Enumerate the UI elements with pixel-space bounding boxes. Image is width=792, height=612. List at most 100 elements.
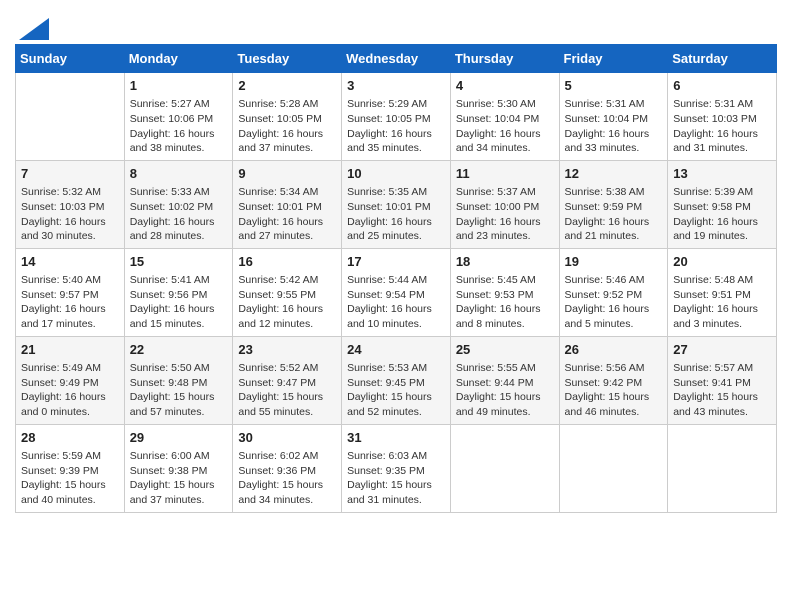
- day-info: Sunrise: 5:56 AMSunset: 9:42 PMDaylight:…: [565, 361, 663, 420]
- calendar-cell: 16Sunrise: 5:42 AMSunset: 9:55 PMDayligh…: [233, 248, 342, 336]
- calendar-cell: 26 Sunrise: 5:56 AMSunset: 9:42 PMDayligh…: [559, 336, 668, 424]
- calendar-cell: 20 Sunrise: 5:48 AMSunset: 9:51 PMDayligh…: [668, 248, 777, 336]
- day-number: 9: [238, 165, 336, 183]
- day-info: Sunrise: 6:03 AMSunset: 9:35 PMDaylight:…: [347, 449, 445, 508]
- calendar-cell: 14 Sunrise: 5:40 AMSunset: 9:57 PMDayligh…: [16, 248, 125, 336]
- calendar-cell: 31 Sunrise: 6:03 AMSunset: 9:35 PMDayligh…: [342, 424, 451, 512]
- day-number: 5: [565, 77, 663, 95]
- calendar-cell: 30 Sunrise: 6:02 AMSunset: 9:36 PMDayligh…: [233, 424, 342, 512]
- calendar-cell: 4Sunrise: 5:30 AMSunset: 10:04 PMDayligh…: [450, 73, 559, 161]
- calendar-week-row: 14 Sunrise: 5:40 AMSunset: 9:57 PMDayligh…: [16, 248, 777, 336]
- calendar-cell: 22 Sunrise: 5:50 AMSunset: 9:48 PMDayligh…: [124, 336, 233, 424]
- day-number: 27: [673, 341, 771, 359]
- calendar-cell: 1 Sunrise: 5:27 AMSunset: 10:06 PMDayligh…: [124, 73, 233, 161]
- day-number: 14: [21, 253, 119, 271]
- calendar-cell: 2 Sunrise: 5:28 AMSunset: 10:05 PMDayligh…: [233, 73, 342, 161]
- day-number: 26: [565, 341, 663, 359]
- day-number: 21: [21, 341, 119, 359]
- day-info: Sunrise: 5:33 AMSunset: 10:02 PMDaylight…: [130, 185, 228, 244]
- calendar-cell: 13 Sunrise: 5:39 AMSunset: 9:58 PMDayligh…: [668, 160, 777, 248]
- calendar-week-row: 7Sunrise: 5:32 AMSunset: 10:03 PMDayligh…: [16, 160, 777, 248]
- day-info: Sunrise: 5:45 AMSunset: 9:53 PMDaylight:…: [456, 273, 554, 332]
- calendar-cell: 11 Sunrise: 5:37 AMSunset: 10:00 PMDaylig…: [450, 160, 559, 248]
- calendar-cell: 7Sunrise: 5:32 AMSunset: 10:03 PMDayligh…: [16, 160, 125, 248]
- calendar-cell: 19 Sunrise: 5:46 AMSunset: 9:52 PMDayligh…: [559, 248, 668, 336]
- day-info: Sunrise: 6:02 AMSunset: 9:36 PMDaylight:…: [238, 449, 336, 508]
- calendar-cell: [668, 424, 777, 512]
- day-info: Sunrise: 5:40 AMSunset: 9:57 PMDaylight:…: [21, 273, 119, 332]
- header-cell-friday: Friday: [559, 45, 668, 73]
- day-info: Sunrise: 5:55 AMSunset: 9:44 PMDaylight:…: [456, 361, 554, 420]
- calendar-cell: 28Sunrise: 5:59 AMSunset: 9:39 PMDayligh…: [16, 424, 125, 512]
- calendar-cell: 23Sunrise: 5:52 AMSunset: 9:47 PMDayligh…: [233, 336, 342, 424]
- calendar-cell: 6 Sunrise: 5:31 AMSunset: 10:03 PMDayligh…: [668, 73, 777, 161]
- calendar-cell: 10 Sunrise: 5:35 AMSunset: 10:01 PMDaylig…: [342, 160, 451, 248]
- calendar-week-row: 28Sunrise: 5:59 AMSunset: 9:39 PMDayligh…: [16, 424, 777, 512]
- day-number: 10: [347, 165, 445, 183]
- calendar-cell: 9 Sunrise: 5:34 AMSunset: 10:01 PMDayligh…: [233, 160, 342, 248]
- calendar-cell: 17 Sunrise: 5:44 AMSunset: 9:54 PMDayligh…: [342, 248, 451, 336]
- header-cell-monday: Monday: [124, 45, 233, 73]
- day-number: 20: [673, 253, 771, 271]
- header-cell-tuesday: Tuesday: [233, 45, 342, 73]
- day-info: Sunrise: 5:32 AMSunset: 10:03 PMDaylight…: [21, 185, 119, 244]
- calendar-cell: 29 Sunrise: 6:00 AMSunset: 9:38 PMDayligh…: [124, 424, 233, 512]
- day-number: 22: [130, 341, 228, 359]
- calendar-cell: [559, 424, 668, 512]
- day-number: 29: [130, 429, 228, 447]
- day-number: 4: [456, 77, 554, 95]
- day-info: Sunrise: 5:49 AMSunset: 9:49 PMDaylight:…: [21, 361, 119, 420]
- day-info: Sunrise: 5:48 AMSunset: 9:51 PMDaylight:…: [673, 273, 771, 332]
- calendar-cell: 3 Sunrise: 5:29 AMSunset: 10:05 PMDayligh…: [342, 73, 451, 161]
- header-cell-saturday: Saturday: [668, 45, 777, 73]
- day-info: Sunrise: 5:39 AMSunset: 9:58 PMDaylight:…: [673, 185, 771, 244]
- calendar-cell: 25Sunrise: 5:55 AMSunset: 9:44 PMDayligh…: [450, 336, 559, 424]
- calendar-week-row: 1 Sunrise: 5:27 AMSunset: 10:06 PMDayligh…: [16, 73, 777, 161]
- day-number: 2: [238, 77, 336, 95]
- day-number: 1: [130, 77, 228, 95]
- day-number: 24: [347, 341, 445, 359]
- calendar-cell: 12Sunrise: 5:38 AMSunset: 9:59 PMDayligh…: [559, 160, 668, 248]
- calendar-header-row: SundayMondayTuesdayWednesdayThursdayFrid…: [16, 45, 777, 73]
- header-cell-thursday: Thursday: [450, 45, 559, 73]
- day-info: Sunrise: 5:44 AMSunset: 9:54 PMDaylight:…: [347, 273, 445, 332]
- day-number: 8: [130, 165, 228, 183]
- day-info: Sunrise: 5:35 AMSunset: 10:01 PMDaylight…: [347, 185, 445, 244]
- day-info: Sunrise: 5:28 AMSunset: 10:05 PMDaylight…: [238, 97, 336, 156]
- day-info: Sunrise: 5:29 AMSunset: 10:05 PMDaylight…: [347, 97, 445, 156]
- day-info: Sunrise: 5:37 AMSunset: 10:00 PMDaylight…: [456, 185, 554, 244]
- day-info: Sunrise: 5:46 AMSunset: 9:52 PMDaylight:…: [565, 273, 663, 332]
- day-number: 15: [130, 253, 228, 271]
- day-number: 3: [347, 77, 445, 95]
- day-info: Sunrise: 5:59 AMSunset: 9:39 PMDaylight:…: [21, 449, 119, 508]
- calendar-cell: [450, 424, 559, 512]
- day-number: 13: [673, 165, 771, 183]
- day-info: Sunrise: 5:31 AMSunset: 10:03 PMDaylight…: [673, 97, 771, 156]
- calendar-table: SundayMondayTuesdayWednesdayThursdayFrid…: [15, 44, 777, 513]
- day-number: 16: [238, 253, 336, 271]
- day-number: 12: [565, 165, 663, 183]
- day-info: Sunrise: 5:41 AMSunset: 9:56 PMDaylight:…: [130, 273, 228, 332]
- calendar-cell: 5Sunrise: 5:31 AMSunset: 10:04 PMDayligh…: [559, 73, 668, 161]
- day-number: 31: [347, 429, 445, 447]
- day-info: Sunrise: 5:34 AMSunset: 10:01 PMDaylight…: [238, 185, 336, 244]
- calendar-cell: 21 Sunrise: 5:49 AMSunset: 9:49 PMDayligh…: [16, 336, 125, 424]
- calendar-cell: [16, 73, 125, 161]
- day-info: Sunrise: 5:27 AMSunset: 10:06 PMDaylight…: [130, 97, 228, 156]
- calendar-cell: 24Sunrise: 5:53 AMSunset: 9:45 PMDayligh…: [342, 336, 451, 424]
- day-number: 30: [238, 429, 336, 447]
- day-number: 19: [565, 253, 663, 271]
- day-info: Sunrise: 5:52 AMSunset: 9:47 PMDaylight:…: [238, 361, 336, 420]
- logo-icon: [19, 18, 49, 40]
- page-header: [15, 10, 777, 40]
- calendar-cell: 27 Sunrise: 5:57 AMSunset: 9:41 PMDayligh…: [668, 336, 777, 424]
- day-number: 11: [456, 165, 554, 183]
- header-cell-sunday: Sunday: [16, 45, 125, 73]
- logo: [15, 16, 49, 40]
- day-number: 17: [347, 253, 445, 271]
- day-info: Sunrise: 6:00 AMSunset: 9:38 PMDaylight:…: [130, 449, 228, 508]
- calendar-cell: 15 Sunrise: 5:41 AMSunset: 9:56 PMDayligh…: [124, 248, 233, 336]
- day-info: Sunrise: 5:57 AMSunset: 9:41 PMDaylight:…: [673, 361, 771, 420]
- day-info: Sunrise: 5:50 AMSunset: 9:48 PMDaylight:…: [130, 361, 228, 420]
- day-number: 6: [673, 77, 771, 95]
